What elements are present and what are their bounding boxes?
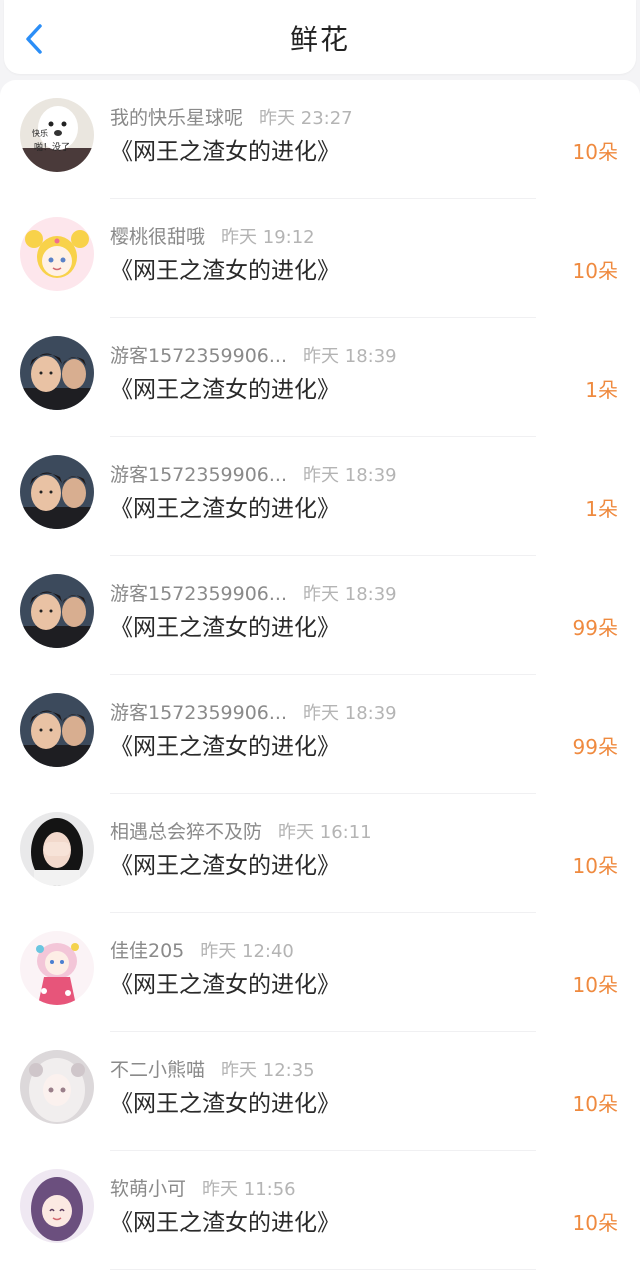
user-name: 游客1572359906... xyxy=(110,345,288,367)
book-title: 《网王之渣女的进化》 xyxy=(110,258,340,284)
timestamp: 昨天 16:11 xyxy=(278,822,372,843)
user-name: 佳佳205 xyxy=(110,940,185,962)
list-item[interactable]: 相遇总会猝不及防 昨天 16:11 《网王之渣女的进化》 10朵 xyxy=(0,794,640,913)
list-item[interactable]: 软萌小可 昨天 11:56 《网王之渣女的进化》 10朵 xyxy=(0,1151,640,1270)
book-title: 《网王之渣女的进化》 xyxy=(110,377,340,403)
timestamp: 昨天 18:39 xyxy=(303,346,397,367)
flower-count: 10朵 xyxy=(572,973,618,997)
user-name: 游客1572359906... xyxy=(110,464,288,486)
user-name: 我的快乐星球呢 xyxy=(110,107,244,129)
flower-count: 99朵 xyxy=(572,616,618,640)
book-title: 《网王之渣女的进化》 xyxy=(110,1091,340,1117)
book-title: 《网王之渣女的进化》 xyxy=(110,734,340,760)
meme-dog-avatar: 快乐 啪！没了 xyxy=(20,98,94,172)
user-name: 游客1572359906... xyxy=(110,702,288,724)
anime-purple-hair-girl-avatar xyxy=(20,1169,94,1243)
user-name: 不二小熊喵 xyxy=(110,1059,206,1081)
user-name: 游客1572359906... xyxy=(110,583,288,605)
list-item[interactable]: 游客1572359906... 昨天 18:39 《网王之渣女的进化》 99朵 xyxy=(0,556,640,675)
girl-covering-face-avatar xyxy=(20,812,94,886)
list-item[interactable]: 快乐 啪！没了 我的快乐星球呢 昨天 23:27 《网王之渣女的进化》 10朵 xyxy=(0,80,640,199)
two-boys-photo-avatar xyxy=(20,693,94,767)
user-name: 相遇总会猝不及防 xyxy=(110,821,263,843)
user-name: 樱桃很甜哦 xyxy=(110,226,206,248)
book-title: 《网王之渣女的进化》 xyxy=(110,496,340,522)
flower-record-list: 快乐 啪！没了 我的快乐星球呢昨天 23:27 《网王之渣女的进化》 10朵 xyxy=(0,80,640,1272)
two-boys-photo-avatar xyxy=(20,574,94,648)
divider xyxy=(110,1269,536,1270)
list-item[interactable]: 樱桃很甜哦 昨天 19:12 《网王之渣女的进化》 10朵 xyxy=(0,199,640,318)
user-name: 软萌小可 xyxy=(110,1178,187,1200)
timestamp: 昨天 23:27 xyxy=(259,108,353,129)
anime-princess-avatar xyxy=(20,931,94,1005)
book-title: 《网王之渣女的进化》 xyxy=(110,1210,340,1236)
flower-count: 10朵 xyxy=(572,140,618,164)
sailor-moon-avatar xyxy=(20,217,94,291)
book-title: 《网王之渣女的进化》 xyxy=(110,853,340,879)
timestamp: 昨天 11:56 xyxy=(202,1179,296,1200)
anime-white-hair-girl-avatar xyxy=(20,1050,94,1124)
book-title: 《网王之渣女的进化》 xyxy=(110,615,340,641)
top-bar: 鲜花 xyxy=(4,0,636,74)
timestamp: 昨天 18:39 xyxy=(303,584,397,605)
timestamp: 昨天 12:40 xyxy=(200,941,294,962)
flower-count: 10朵 xyxy=(572,1211,618,1235)
list-item[interactable]: 游客1572359906... 昨天 18:39 《网王之渣女的进化》 1朵 xyxy=(0,318,640,437)
two-boys-photo-avatar xyxy=(20,336,94,410)
list-item[interactable]: 游客1572359906... 昨天 18:39 《网王之渣女的进化》 1朵 xyxy=(0,437,640,556)
book-title: 《网王之渣女的进化》 xyxy=(110,139,340,165)
flower-count: 99朵 xyxy=(572,735,618,759)
timestamp: 昨天 18:39 xyxy=(303,703,397,724)
flower-count: 1朵 xyxy=(585,497,618,521)
page-title: 鲜花 xyxy=(289,23,350,56)
timestamp: 昨天 18:39 xyxy=(303,465,397,486)
list-item[interactable]: 游客1572359906... 昨天 18:39 《网王之渣女的进化》 99朵 xyxy=(0,675,640,794)
flower-count: 10朵 xyxy=(572,854,618,878)
list-item[interactable]: 不二小熊喵 昨天 12:35 《网王之渣女的进化》 10朵 xyxy=(0,1032,640,1151)
flower-count: 10朵 xyxy=(572,1092,618,1116)
list-item[interactable]: 佳佳205 昨天 12:40 《网王之渣女的进化》 10朵 xyxy=(0,913,640,1032)
book-title: 《网王之渣女的进化》 xyxy=(110,972,340,998)
svg-text:快乐: 快乐 xyxy=(32,128,48,138)
svg-text:啪！没了: 啪！没了 xyxy=(34,141,70,152)
flower-count: 10朵 xyxy=(572,259,618,283)
flower-count: 1朵 xyxy=(585,378,618,402)
timestamp: 昨天 19:12 xyxy=(221,227,315,248)
timestamp: 昨天 12:35 xyxy=(221,1060,315,1081)
two-boys-photo-avatar xyxy=(20,455,94,529)
